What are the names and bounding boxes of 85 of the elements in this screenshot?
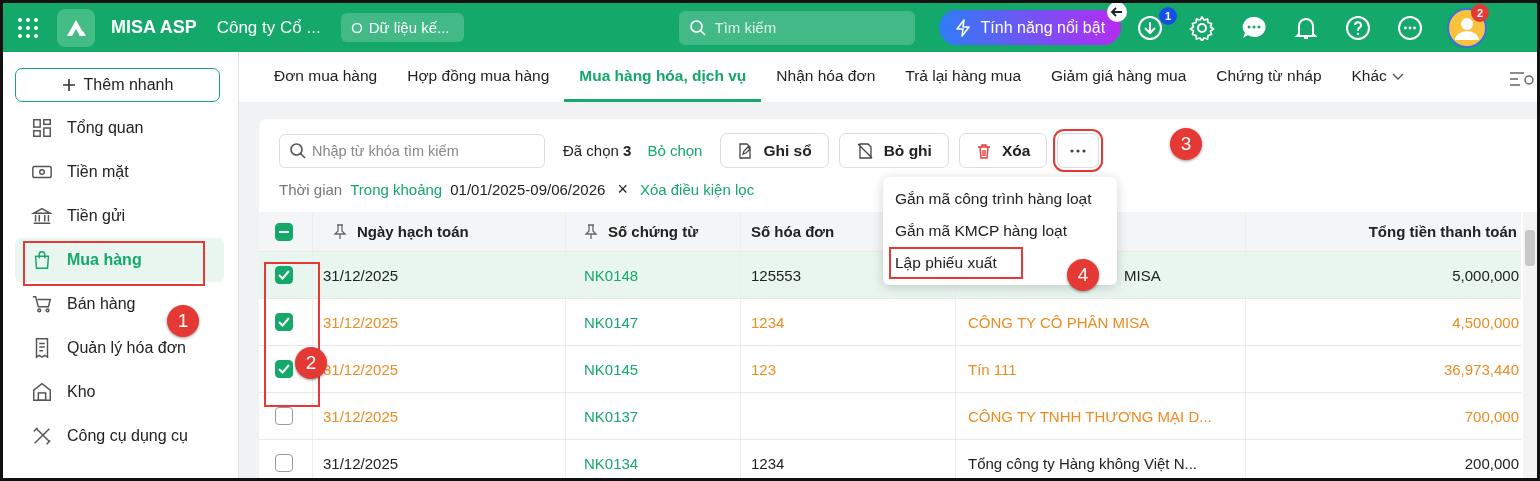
row-checkbox[interactable] (275, 313, 293, 331)
delete-button[interactable]: Xóa (958, 133, 1048, 168)
tab[interactable]: Khác (1336, 52, 1420, 102)
tab[interactable]: Hợp đồng mua hàng (392, 52, 565, 102)
table-cell: 5,000,000 (1452, 266, 1519, 284)
scrollbar[interactable] (1523, 212, 1537, 478)
sidebar-item[interactable]: Tiền gửi (15, 194, 136, 238)
featured-button[interactable]: Tính năng nổi bật (938, 10, 1122, 45)
menu-item-icon (31, 205, 53, 227)
table-cell: Tổng công ty Hàng không Việt N... (968, 454, 1198, 472)
menu-item-icon (31, 425, 53, 447)
plus-icon (61, 78, 76, 92)
circle-icon (350, 21, 363, 34)
selected-count: Đã chọn 3 (563, 142, 632, 159)
table-cell: 31/12/2025 (323, 266, 399, 284)
table-cell: CÔNG TY TNHH THƯƠNG MẠI D... (968, 407, 1212, 425)
column-header[interactable]: Số chứng từ (608, 223, 699, 240)
table-row[interactable]: 31/12/2025 NK0134 1234 Tổng công ty Hàng không Việt N... 200,000 (259, 440, 1521, 478)
select-all-checkbox[interactable] (275, 222, 293, 241)
table-cell: 31/12/2025 (323, 407, 399, 425)
row-checkbox[interactable] (275, 407, 293, 425)
lightning-icon (954, 18, 971, 37)
search-field[interactable]: Nhập từ khóa tìm kiếm (279, 133, 545, 168)
tab[interactable]: Chứng từ nháp (1201, 52, 1337, 102)
post-button[interactable]: Ghi sổ (720, 133, 829, 168)
search-icon (688, 18, 707, 37)
table-cell: 31/12/2025 (323, 454, 399, 472)
table-cell: 1234 (751, 454, 785, 472)
menu-item-icon (31, 117, 53, 139)
help-icon[interactable] (1345, 14, 1372, 41)
tab[interactable]: Giảm giá hàng mua (1036, 52, 1202, 102)
arrow-left-icon[interactable] (1107, 3, 1128, 22)
table-cell: 200,000 (1464, 454, 1519, 472)
tab[interactable]: Đơn mua hàng (259, 52, 393, 102)
tab[interactable]: Trả lại hàng mua (890, 52, 1036, 102)
menu-item-icon (31, 381, 53, 403)
sidebar-item[interactable]: Tổng quan (15, 106, 154, 150)
table-cell: 125553 (751, 266, 802, 284)
column-header[interactable]: Ngày hạch toán (357, 223, 469, 240)
table-cell: 1234 (751, 313, 785, 331)
document-edit-icon (737, 142, 754, 159)
column-header[interactable]: Số hóa đơn (751, 223, 835, 240)
sidebar-item[interactable]: Bán hàng (15, 282, 146, 326)
table-cell: Tín 111 (968, 360, 1017, 378)
table-cell: CÔNG TY CÔ PHÂN MISA (968, 313, 1150, 331)
minus-icon (279, 230, 289, 233)
table-cell: 123 (751, 360, 777, 378)
check-icon (278, 270, 290, 280)
sidebar-item[interactable]: Kho (15, 370, 106, 414)
check-icon (278, 364, 290, 374)
menu-item[interactable]: Gắn mã KMCP hàng loạt (883, 215, 1117, 247)
quick-add-button[interactable]: Thêm nhanh (15, 68, 220, 102)
row-checkbox[interactable] (275, 266, 293, 284)
menu-item[interactable]: Gắn mã công trình hàng loạt (883, 183, 1117, 215)
table-cell: 36,973,440 (1443, 360, 1519, 378)
sidebar-item[interactable]: Công cụ dụng cụ (15, 414, 198, 458)
ellipsis-icon (1070, 148, 1087, 153)
table-cell: 700,000 (1464, 407, 1519, 425)
app-name: MISA ASP (111, 17, 197, 38)
pin-icon[interactable] (333, 223, 347, 240)
tab[interactable]: Nhận hóa đơn (761, 52, 891, 102)
notification-badge: 1 (1159, 6, 1178, 25)
table-cell: 31/12/2025 (323, 313, 399, 331)
app-grid-icon[interactable] (17, 16, 39, 39)
check-icon (278, 317, 290, 327)
date-range: 01/01/2025-09/06/2026 (450, 180, 606, 198)
sidebar-item[interactable]: Tiền mặt (15, 150, 139, 194)
row-checkbox[interactable] (275, 454, 293, 472)
settings-icon[interactable] (1189, 14, 1216, 41)
trash-icon (975, 142, 992, 159)
notification-badge: 2 (1471, 3, 1490, 22)
clear-filter-button[interactable]: × (617, 178, 628, 200)
table-cell: MISA (1124, 266, 1161, 284)
document-crossed-icon (855, 141, 874, 160)
download-icon[interactable] (1137, 14, 1164, 41)
column-header[interactable]: Tổng tiền thanh toán (1368, 223, 1517, 240)
more-icon[interactable] (1397, 14, 1424, 41)
menu-item-icon (31, 293, 53, 315)
table-cell: 4,500,000 (1452, 313, 1519, 331)
chat-icon[interactable] (1241, 14, 1268, 41)
logo-icon (57, 8, 95, 47)
unpost-button[interactable]: Bỏ ghi (838, 133, 949, 168)
pin-icon[interactable] (584, 223, 598, 240)
row-checkbox[interactable] (275, 360, 293, 378)
filter-label: Thời gian (279, 180, 343, 198)
